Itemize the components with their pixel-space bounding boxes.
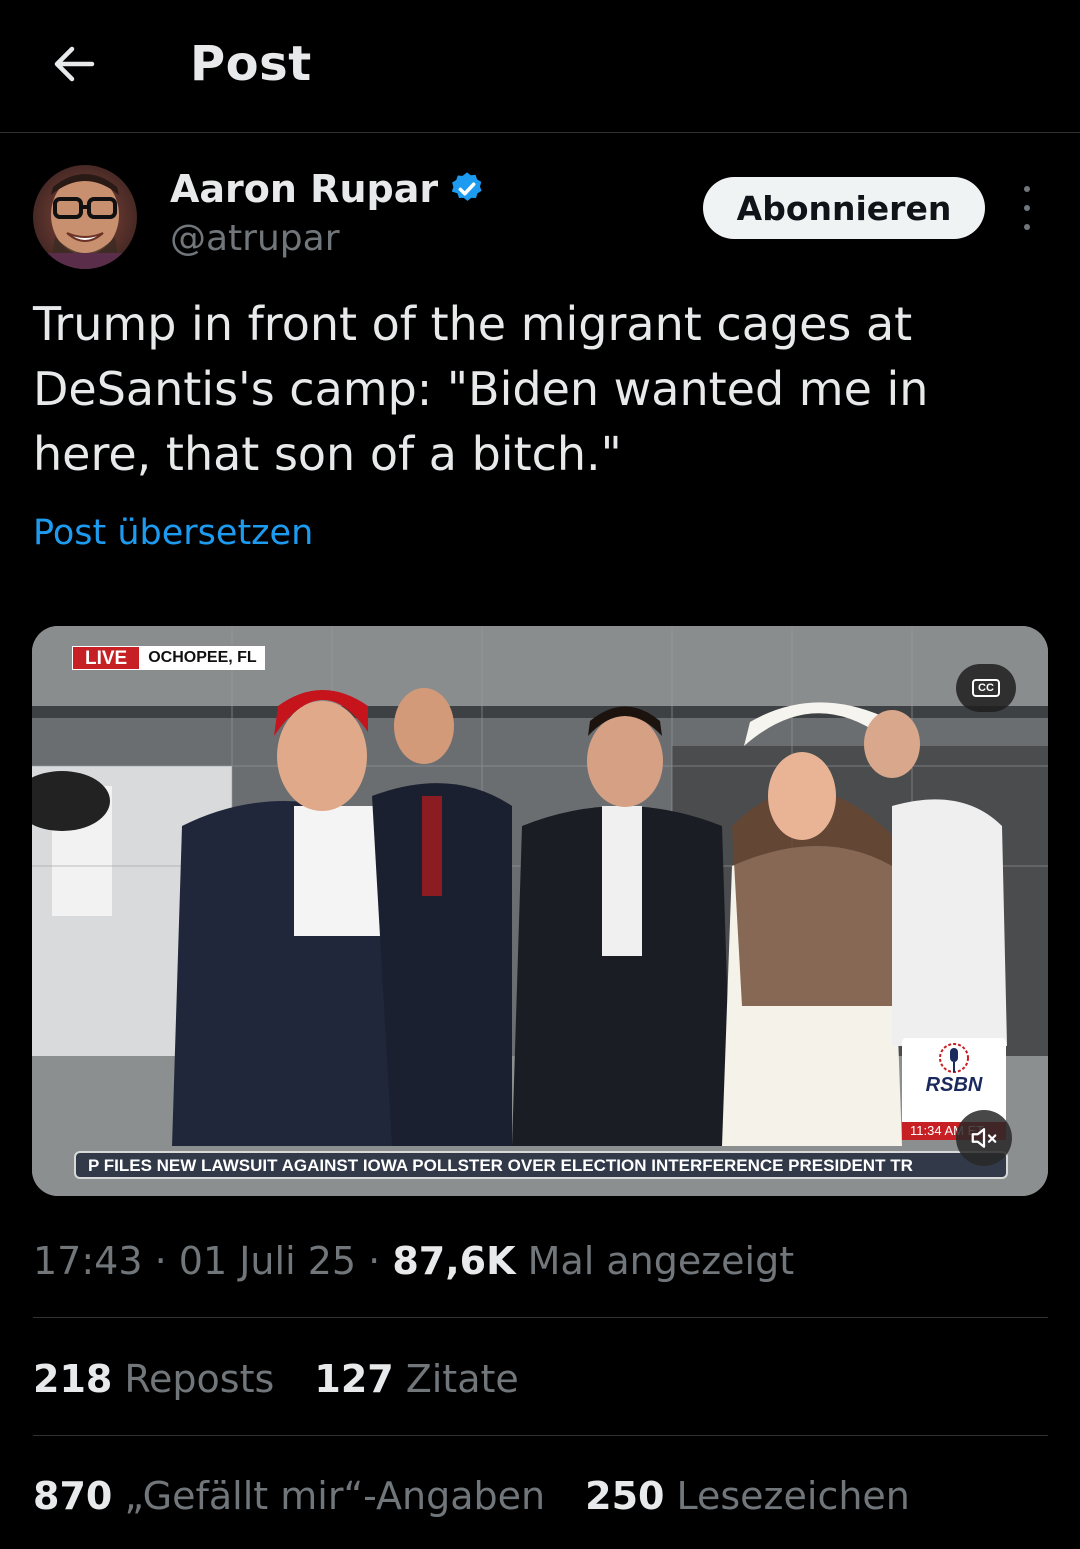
stats-row-1: 218 Reposts 127 Zitate [33, 1354, 547, 1404]
microphone-icon [939, 1043, 969, 1073]
likes-count: 870 [33, 1474, 113, 1518]
divider [33, 1317, 1048, 1318]
page-title: Post [190, 36, 312, 92]
post-text: Trump in front of the migrant cages at D… [33, 297, 929, 481]
bookmarks-count: 250 [585, 1474, 665, 1518]
quotes-stat[interactable]: 127 Zitate [314, 1354, 518, 1404]
mute-button[interactable] [956, 1110, 1012, 1166]
location-label: OCHOPEE, FL [140, 646, 265, 670]
author-name[interactable]: Aaron Rupar [170, 164, 486, 214]
more-options-button[interactable] [1008, 186, 1046, 230]
live-badge: LIVE OCHOPEE, FL [72, 646, 265, 670]
follow-button[interactable]: Abonnieren [703, 177, 985, 239]
more-dot-icon [1024, 224, 1030, 230]
video-player[interactable] [32, 626, 1048, 1196]
likes-label: „Gefällt mir“-Angaben [124, 1474, 546, 1518]
quotes-label: Zitate [405, 1357, 519, 1401]
author-name-text: Aaron Rupar [170, 167, 439, 211]
divider [33, 1435, 1048, 1436]
verified-badge-icon [451, 172, 482, 201]
video-frame [32, 626, 1048, 1196]
captions-button[interactable]: CC [956, 664, 1016, 712]
translate-post-link[interactable]: Post übersetzen [33, 509, 313, 557]
meta-separator: · [368, 1239, 381, 1283]
view-count: 87,6K [392, 1239, 516, 1283]
bookmarks-stat[interactable]: 250 Lesezeichen [585, 1471, 910, 1521]
avatar-image [33, 165, 137, 269]
news-ticker: P FILES NEW LAWSUIT AGAINST IOWA POLLSTE… [74, 1151, 1008, 1179]
stats-row-2: 870 „Gefällt mir“-Angaben 250 Lesezeichen [33, 1471, 938, 1521]
cc-icon: CC [972, 679, 1000, 697]
author-handle[interactable]: @atrupar [170, 216, 340, 262]
live-label: LIVE [72, 646, 141, 670]
post-date: 01 Juli 25 [178, 1239, 357, 1283]
arrow-left-icon [54, 46, 95, 82]
reposts-stat[interactable]: 218 Reposts [33, 1354, 274, 1404]
reposts-label: Reposts [124, 1357, 275, 1401]
top-bar: Post [0, 0, 1080, 133]
bookmarks-label: Lesezeichen [676, 1474, 910, 1518]
likes-stat[interactable]: 870 „Gefällt mir“-Angaben [33, 1471, 545, 1521]
post-meta: 17:43 · 01 Juli 25 · 87,6K Mal angezeigt [33, 1236, 794, 1286]
post-detail-screen: Post Aaron Rupar @atrupar Abonnieren Tru… [0, 0, 1080, 1549]
reposts-count: 218 [33, 1357, 113, 1401]
speaker-muted-icon [971, 1128, 997, 1148]
post-time: 17:43 [33, 1239, 143, 1283]
view-count-label: Mal angezeigt [527, 1239, 795, 1283]
quotes-count: 127 [314, 1357, 394, 1401]
more-dot-icon [1024, 186, 1030, 192]
avatar[interactable] [33, 165, 137, 269]
back-button[interactable] [44, 34, 104, 94]
network-name: RSBN [925, 1074, 983, 1096]
meta-separator: · [154, 1239, 167, 1283]
more-dot-icon [1024, 205, 1030, 211]
